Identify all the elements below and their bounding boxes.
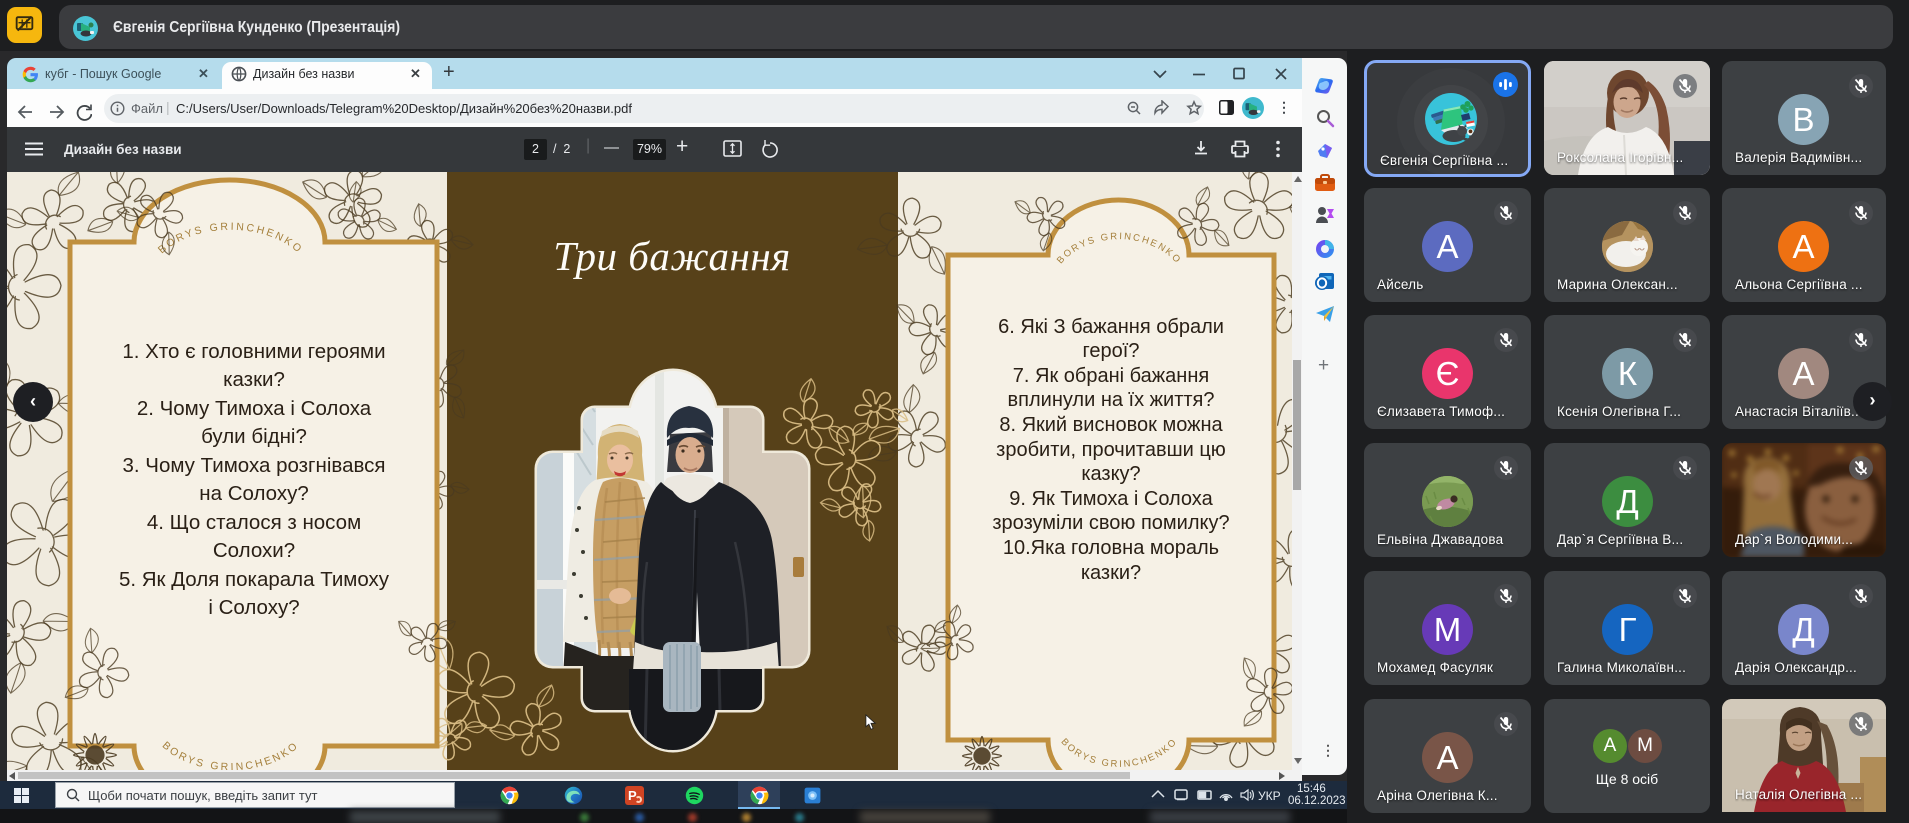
svg-text:зрозуміли свою помилку?: зрозуміли свою помилку?	[992, 512, 1229, 534]
svg-text:5. Як Доля покарала Тимоху: 5. Як Доля покарала Тимоху	[119, 568, 390, 591]
svg-text:3. Чому Тимоха розгнівався: 3. Чому Тимоха розгнівався	[123, 454, 386, 477]
svg-text:на Солоху?: на Солоху?	[199, 482, 308, 505]
svg-text:6. Які З бажання обрали: 6. Які З бажання обрали	[998, 316, 1224, 338]
svg-text:8. Який висновок можна: 8. Який висновок можна	[999, 414, 1223, 436]
svg-text:були бідні?: були бідні?	[201, 425, 307, 448]
svg-text:вплинули на їх життя?: вплинули на їх життя?	[1008, 389, 1215, 411]
svg-text:казки?: казки?	[1081, 562, 1141, 584]
svg-text:Три бажання: Три бажання	[553, 233, 791, 279]
svg-text:9. Як Тимоха і Солоха: 9. Як Тимоха і Солоха	[1009, 488, 1213, 510]
svg-text:і Солоху?: і Солоху?	[208, 596, 299, 619]
svg-text:4. Що сталося з носом: 4. Що сталося з носом	[147, 511, 361, 534]
svg-text:зробити, прочитавши цю: зробити, прочитавши цю	[996, 439, 1226, 461]
svg-text:1. Хто є головними героями: 1. Хто є головними героями	[122, 340, 385, 363]
svg-text:10.Яка головна мораль: 10.Яка головна мораль	[1003, 537, 1219, 559]
svg-text:герої?: герої?	[1083, 340, 1140, 362]
svg-text:казки?: казки?	[223, 368, 285, 391]
svg-text:2. Чому Тимоха і Солоха: 2. Чому Тимоха і Солоха	[137, 397, 372, 420]
svg-text:Солохи?: Солохи?	[213, 539, 295, 562]
svg-text:казку?: казку?	[1081, 463, 1140, 485]
svg-text:7. Як обрані бажання: 7. Як обрані бажання	[1013, 365, 1209, 387]
